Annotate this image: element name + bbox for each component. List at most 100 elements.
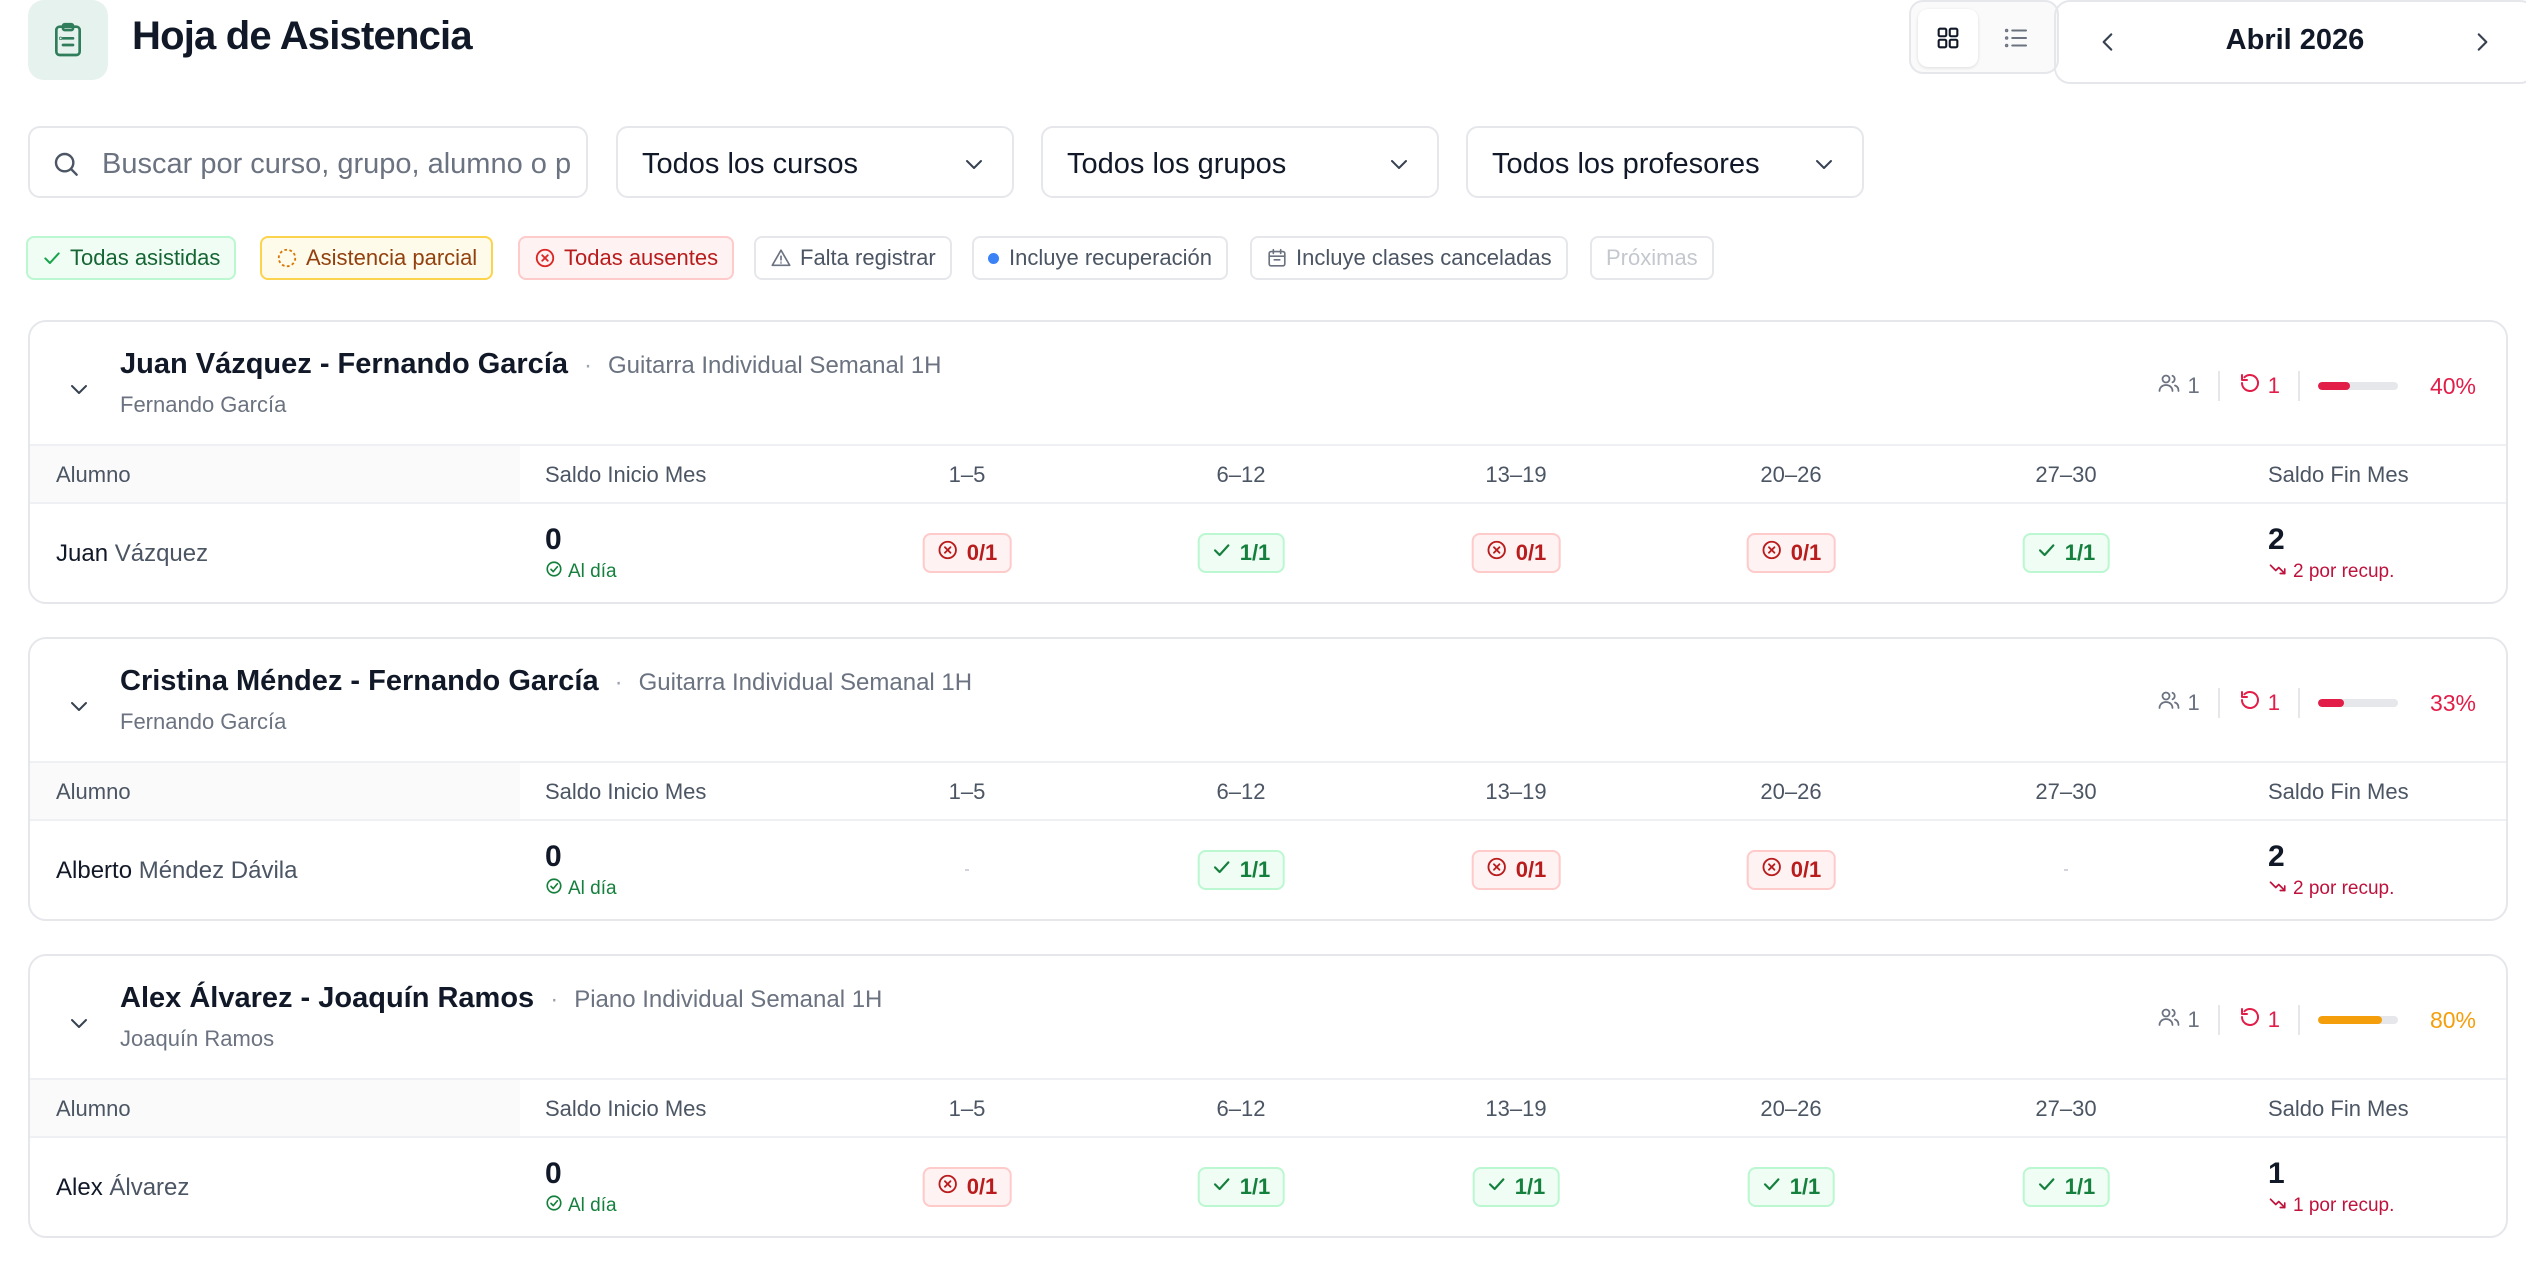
col-week: 1–5 xyxy=(948,779,986,804)
week-cell xyxy=(2064,850,2068,890)
col-week: 1–5 xyxy=(948,462,986,487)
group-card-header[interactable]: Cristina Méndez - Fernando García · Guitar… xyxy=(30,639,2506,763)
legend-missing[interactable]: Falta registrar xyxy=(754,236,952,280)
end-balance-status: 1 por recup. xyxy=(2268,1194,2394,1218)
x-circle-icon xyxy=(1486,539,1516,567)
attendance-pill[interactable]: 0/1 xyxy=(1746,533,1836,573)
attendance-pill[interactable]: 1/1 xyxy=(1747,1167,1835,1207)
legend-upcoming[interactable]: Próximas xyxy=(1590,236,1714,280)
chevron-down-icon[interactable] xyxy=(64,691,94,721)
col-week: 13–19 xyxy=(1485,1096,1547,1121)
attendance-pill[interactable]: 1/1 xyxy=(1197,533,1285,573)
group-card-header[interactable]: Juan Vázquez - Fernando García · Guitarra … xyxy=(30,322,2506,446)
group-name: Juan Vázquez - Fernando García xyxy=(120,348,568,380)
course-select[interactable]: Todos los cursos xyxy=(616,126,1014,198)
users-icon xyxy=(2157,1005,2187,1035)
group-title-row: Juan Vázquez - Fernando García · Guitarra … xyxy=(120,348,942,381)
student-name[interactable]: Alex Álvarez xyxy=(56,1174,189,1202)
start-balance-status: Al día xyxy=(545,877,617,901)
end-status-text: 1 por recup. xyxy=(2293,1195,2395,1216)
attendance-count: 1/1 xyxy=(1239,857,1271,882)
recovery-count: 1 xyxy=(2238,688,2280,718)
attendance-percent: 33% xyxy=(2429,689,2476,716)
recovery-count: 1 xyxy=(2238,371,2280,401)
week-cell: 1/1 xyxy=(1472,1167,1560,1207)
teacher-select[interactable]: Todos los profesores xyxy=(1466,126,1864,198)
attendance-count: 1/1 xyxy=(1239,1174,1271,1199)
legend-cancelled[interactable]: Incluye clases canceladas xyxy=(1250,236,1568,280)
group-select[interactable]: Todos los grupos xyxy=(1041,126,1439,198)
attendance-count: 0/1 xyxy=(966,1174,998,1199)
start-balance-value: 0 xyxy=(545,840,562,873)
legend-label: Todas asistidas xyxy=(70,245,221,270)
attendance-pill[interactable]: 0/1 xyxy=(1746,850,1836,890)
list-icon xyxy=(2004,28,2027,48)
col-week: 20–26 xyxy=(1760,1096,1822,1121)
attendance-progress-fill xyxy=(2317,699,2345,707)
col-week: 6–12 xyxy=(1216,462,1266,487)
col-week: 6–12 xyxy=(1216,779,1266,804)
group-card: Cristina Méndez - Fernando García · Guitar… xyxy=(28,637,2508,921)
teacher-select-value: Todos los profesores xyxy=(1492,148,1760,180)
check-icon xyxy=(1212,1174,1240,1200)
start-balance: 0 Al día xyxy=(545,1158,617,1218)
legend-all-absent[interactable]: Todas ausentes xyxy=(518,236,735,280)
student-last-name: Vázquez xyxy=(108,540,209,567)
students-count-value: 1 xyxy=(2187,373,2200,398)
chevron-right-icon xyxy=(2477,33,2488,51)
attendance-pill[interactable]: 1/1 xyxy=(1472,1167,1560,1207)
legend-partial[interactable]: Asistencia parcial xyxy=(260,236,494,280)
attendance-pill[interactable]: 0/1 xyxy=(922,533,1012,573)
group-teacher: Fernando García xyxy=(120,709,287,734)
attendance-count: 0/1 xyxy=(1515,540,1547,565)
legend-all-attended[interactable]: Todas asistidas xyxy=(26,236,237,280)
page-title: Hoja de Asistencia xyxy=(132,14,473,58)
list-view-button[interactable] xyxy=(1986,9,2046,67)
chevron-down-icon[interactable] xyxy=(64,374,94,404)
col-start-balance: Saldo Inicio Mes xyxy=(545,1096,707,1121)
attendance-count: 0/1 xyxy=(1790,540,1822,565)
attendance-pill[interactable]: 1/1 xyxy=(2022,1167,2110,1207)
end-balance-status: 2 por recup. xyxy=(2268,877,2394,901)
grid-view-button[interactable] xyxy=(1918,9,1978,67)
group-card: Juan Vázquez - Fernando García · Guitarra … xyxy=(28,320,2508,604)
check-icon xyxy=(2037,1174,2065,1200)
group-card-header[interactable]: Alex Álvarez - Joaquín Ramos · Piano Indiv… xyxy=(30,956,2506,1080)
attendance-pill[interactable]: 0/1 xyxy=(1471,533,1561,573)
recovery-icon xyxy=(2238,1005,2268,1035)
check-icon xyxy=(1212,540,1240,566)
col-week: 20–26 xyxy=(1760,462,1822,487)
student-first-name: Juan xyxy=(56,540,109,567)
student-first-name: Alex xyxy=(56,1174,103,1201)
student-name[interactable]: Juan Vázquez xyxy=(56,540,208,568)
end-status-text: 2 por recup. xyxy=(2293,878,2395,899)
group-course: Piano Individual Semanal 1H xyxy=(574,986,883,1013)
next-month-button[interactable] xyxy=(2460,20,2504,64)
attendance-pill[interactable]: 1/1 xyxy=(1197,1167,1285,1207)
attendance-pill[interactable]: 0/1 xyxy=(922,1167,1012,1207)
student-name[interactable]: Alberto Méndez Dávila xyxy=(56,857,297,885)
col-student: Alumno xyxy=(56,1096,131,1121)
attendance-pill[interactable]: 1/1 xyxy=(1197,850,1285,890)
attendance-pill[interactable]: 1/1 xyxy=(2022,533,2110,573)
users-icon xyxy=(2157,688,2187,718)
check-icon xyxy=(2037,540,2065,566)
attendance-progress xyxy=(2317,699,2398,707)
chevron-down-icon[interactable] xyxy=(64,1008,94,1038)
divider xyxy=(2297,688,2300,718)
recovery-icon xyxy=(2238,688,2268,718)
week-cell: 0/1 xyxy=(1746,533,1836,573)
legend-recovery[interactable]: Incluye recuperación xyxy=(972,236,1229,280)
end-balance-status: 2 por recup. xyxy=(2268,560,2394,584)
attendance-pill[interactable]: 0/1 xyxy=(1471,850,1561,890)
table-row: Juan Vázquez 0 Al día 0/1 1/1 0/1 0/1 1/1 2 2 por… xyxy=(30,504,2506,602)
chevron-down-icon xyxy=(1387,152,1411,181)
student-last-name: Méndez Dávila xyxy=(132,857,298,884)
search-input[interactable] xyxy=(102,144,572,184)
course-select-value: Todos los cursos xyxy=(642,148,858,180)
attendance-count: 0/1 xyxy=(1515,857,1547,882)
group-teacher: Joaquín Ramos xyxy=(120,1026,275,1051)
table-row: Alex Álvarez 0 Al día 0/1 1/1 1/1 1/1 1/1 1 1 por… xyxy=(30,1138,2506,1236)
table-header: Alumno Saldo Inicio Mes 1–5 6–12 13–19 20–26 2… xyxy=(30,446,2506,504)
col-week: 1–5 xyxy=(948,1096,986,1121)
